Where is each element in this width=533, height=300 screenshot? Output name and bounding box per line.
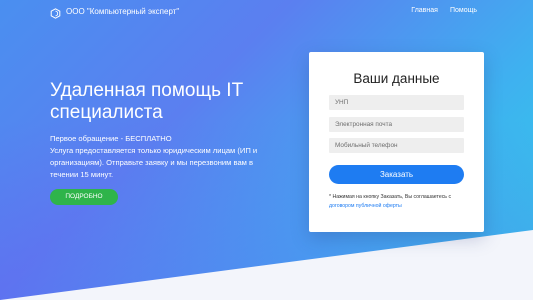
hero-description: Первое обращение - БЕСПЛАТНО Услуга пред…	[50, 133, 270, 181]
phone-input[interactable]	[329, 138, 464, 153]
order-submit-button[interactable]: Заказать	[329, 165, 464, 184]
hexagon-logo-icon	[50, 6, 61, 19]
service-description-text: Услуга предоставляется только юридически…	[50, 146, 258, 179]
order-form-card: Ваши данные Заказать * Нажимая на кнопку…	[309, 52, 484, 232]
logo[interactable]: ООО "Компьютерный эксперт"	[50, 6, 180, 19]
hero-title: Удаленная помощь IT специалиста	[50, 80, 243, 123]
nav-link-help[interactable]: Помощь	[450, 7, 477, 14]
email-input[interactable]	[329, 117, 464, 132]
form-title: Ваши данные	[353, 71, 440, 86]
consent-note: * Нажимая на кнопку Заказать, Вы соглаша…	[329, 193, 469, 211]
free-first-request-text: Первое обращение - БЕСПЛАТНО	[50, 134, 172, 143]
header: ООО "Компьютерный эксперт" Главная Помощ…	[0, 0, 533, 24]
nav-link-home[interactable]: Главная	[411, 7, 438, 14]
consent-text: * Нажимая на кнопку Заказать, Вы соглаша…	[329, 194, 452, 200]
public-offer-link[interactable]: договором публичной оферты	[329, 203, 402, 209]
more-details-button[interactable]: ПОДРОБНО	[50, 189, 118, 205]
company-name: ООО "Компьютерный эксперт"	[66, 7, 180, 16]
main-nav: Главная Помощь	[411, 7, 477, 14]
unp-input[interactable]	[329, 95, 464, 110]
